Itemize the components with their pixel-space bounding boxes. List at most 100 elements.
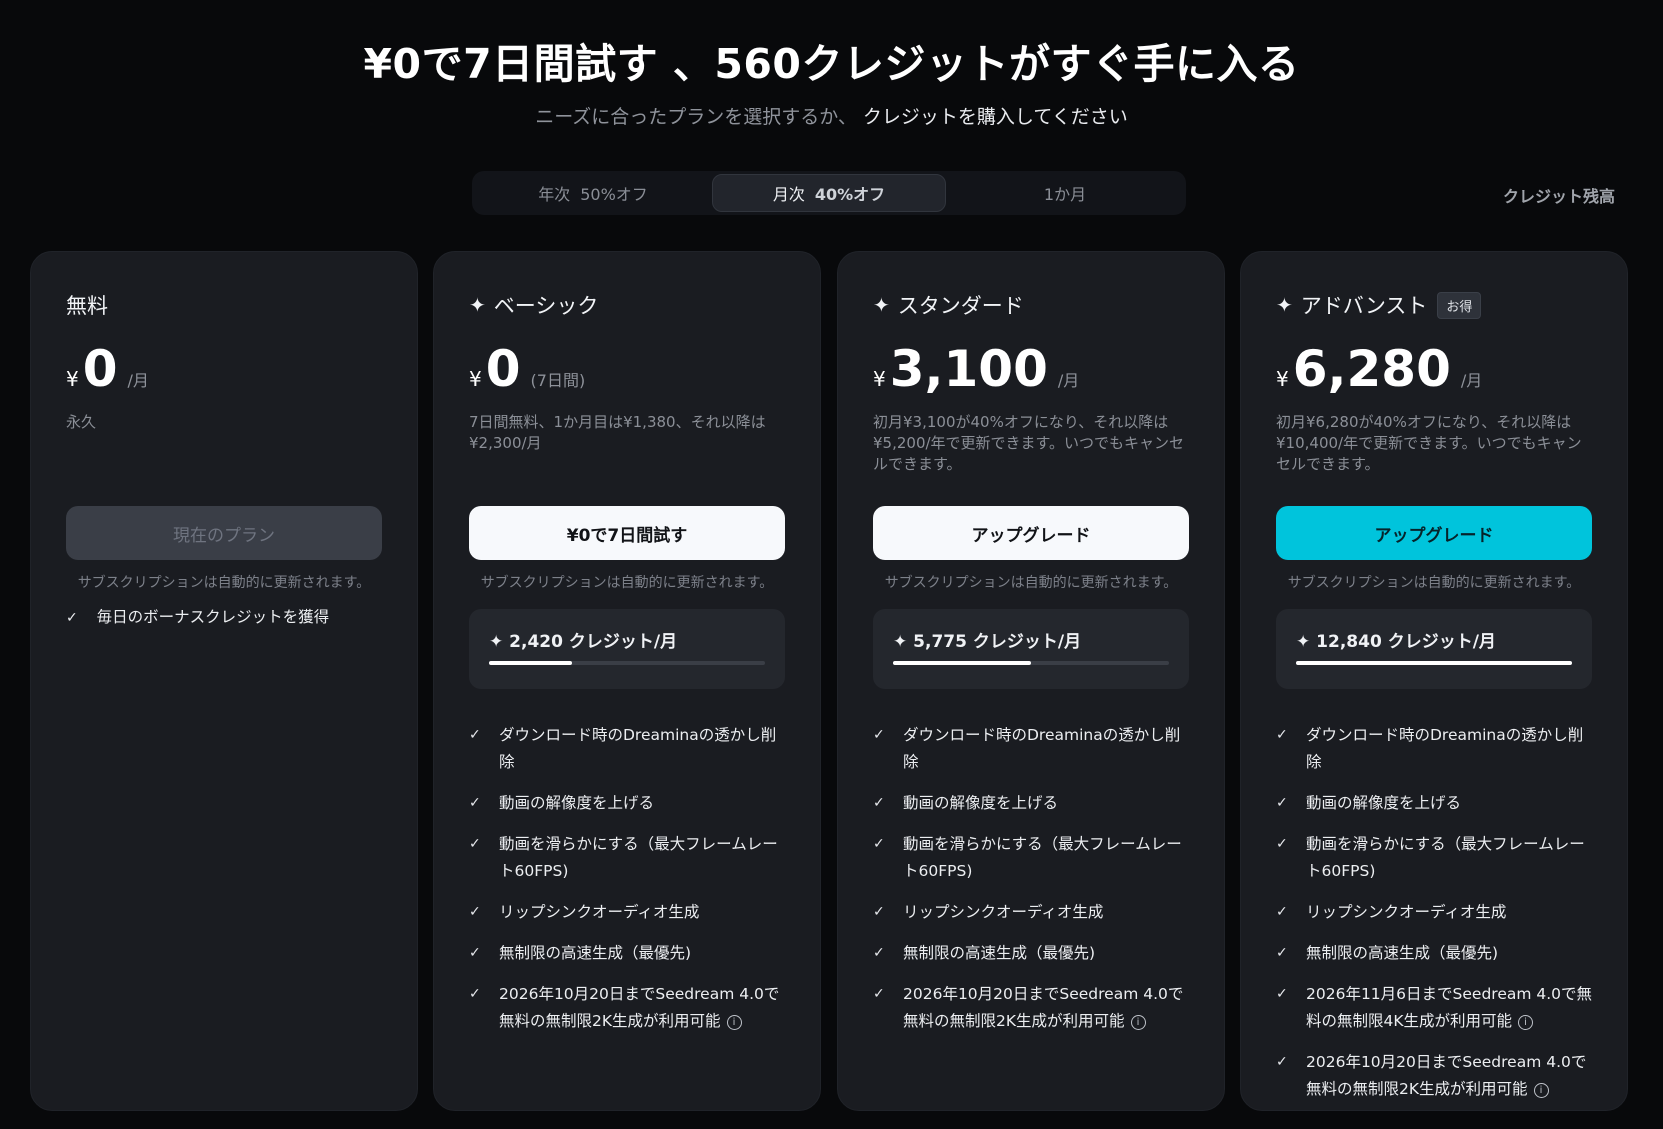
feature-list: ✓ ダウンロード時のDreaminaの透かし削除 ✓ 動画の解像度を上げる ✓ 動画を…	[469, 722, 789, 1049]
price-period: /月	[1460, 371, 1483, 390]
buy-credits-link[interactable]: クレジットを購入してください	[863, 106, 1128, 128]
info-icon[interactable]: i	[1518, 1015, 1534, 1030]
renew-note: サブスクリプションは自動的に更新されます。	[480, 575, 774, 591]
plan-header: ✦ ベーシック	[469, 290, 598, 320]
feature-text: 動画の解像度を上げる	[1306, 794, 1462, 812]
upgrade-button[interactable]: アップグレード	[873, 506, 1189, 560]
tab-yearly[interactable]: 年次 50%オフ	[476, 174, 710, 212]
plan-header: ✦ アドバンスト お得	[1276, 290, 1482, 320]
price-amount: 0	[485, 340, 521, 398]
current-plan-button[interactable]: 現在のプラン	[66, 506, 382, 560]
credits-bar-fill	[1296, 661, 1572, 665]
info-icon[interactable]: i	[726, 1015, 742, 1030]
feature-item: ✓ 無制限の高速生成（最優先)	[873, 940, 1193, 967]
check-icon: ✓	[873, 795, 885, 811]
sparkle-icon: ✦	[1276, 293, 1293, 317]
price-currency: ¥	[873, 367, 886, 391]
check-icon: ✓	[1276, 986, 1288, 1002]
price-period: /月	[127, 371, 149, 390]
tab-label: 1か月	[1043, 185, 1087, 204]
feature-item: ✓ リップシンクオーディオ生成	[1276, 899, 1596, 926]
credits-amount: 2,420 クレジット/月	[509, 632, 678, 652]
renew-note: サブスクリプションは自動的に更新されます。	[77, 575, 371, 591]
feature-item: ✓ 毎日のボーナスクレジットを獲得	[66, 605, 329, 627]
check-icon: ✓	[873, 727, 885, 743]
price-period: (7日間)	[530, 371, 586, 390]
feature-text: 無制限の高速生成（最優先)	[499, 944, 692, 962]
credits-label: ✦ 2,420 クレジット/月	[489, 627, 677, 652]
feature-text: 動画を滑らかにする（最大フレームレート60FPS)	[499, 835, 778, 880]
upgrade-button[interactable]: アップグレード	[1276, 506, 1592, 560]
plan-description: 初月¥6,280が40%オフになり、それ以降は¥10,400/年で更新できます。…	[1276, 413, 1582, 473]
feature-text: 毎日のボーナスクレジットを獲得	[96, 608, 330, 626]
credits-box: ✦ 5,775 クレジット/月	[873, 609, 1189, 689]
check-icon: ✓	[873, 836, 885, 852]
price-amount: 3,100	[889, 340, 1048, 398]
price-amount: 6,280	[1292, 340, 1451, 398]
start-trial-button[interactable]: ¥0で7日間試す	[469, 506, 785, 560]
price-amount: 0	[82, 340, 118, 398]
feature-item: ✓ 2026年11月6日までSeedream 4.0で無料の無制限4K生成が利用可…	[1276, 981, 1596, 1035]
plan-name: 無料	[66, 294, 108, 318]
check-icon: ✓	[1276, 836, 1288, 852]
plan-name: ベーシック	[493, 294, 599, 318]
credits-label: ✦ 12,840 クレジット/月	[1296, 627, 1496, 652]
check-icon: ✓	[469, 727, 481, 743]
plan-card-advanced: ✦ アドバンスト お得 ¥ 6,280 /月 初月¥6,280が40%オフになり…	[1240, 251, 1628, 1111]
feature-item: ✓ ダウンロード時のDreaminaの透かし削除	[469, 722, 789, 776]
sparkle-icon: ✦	[1296, 632, 1317, 652]
feature-text: リップシンクオーディオ生成	[903, 903, 1104, 921]
plan-name: スタンダード	[897, 294, 1024, 318]
feature-text: 動画を滑らかにする（最大フレームレート60FPS)	[903, 835, 1182, 880]
feature-text: 動画の解像度を上げる	[903, 794, 1059, 812]
feature-item: ✓ 2026年10月20日までSeedream 4.0で無料の無制限2K生成が利用…	[1276, 1049, 1596, 1103]
feature-item: ✓ リップシンクオーディオ生成	[873, 899, 1193, 926]
feature-item: ✓ 動画を滑らかにする（最大フレームレート60FPS)	[469, 831, 789, 885]
plan-header: 無料	[66, 290, 108, 320]
feature-text: ダウンロード時のDreaminaの透かし削除	[499, 726, 777, 771]
sparkle-icon: ✦	[873, 293, 890, 317]
sparkle-icon: ✦	[489, 632, 510, 652]
check-icon: ✓	[1276, 727, 1288, 743]
credits-bar-fill	[893, 661, 1031, 665]
feature-item: ✓ 2026年10月20日までSeedream 4.0で無料の無制限2K生成が利用…	[469, 981, 789, 1035]
feature-text: ダウンロード時のDreaminaの透かし削除	[903, 726, 1181, 771]
feature-item: ✓ 無制限の高速生成（最優先)	[469, 940, 789, 967]
credits-bar	[1296, 661, 1572, 665]
credits-bar	[489, 661, 765, 665]
credits-amount: 5,775 クレジット/月	[913, 632, 1082, 652]
plan-card-basic: ✦ ベーシック ¥ 0 (7日間) 7日間無料、1か月目は¥1,380、それ以降…	[433, 251, 821, 1111]
feature-item: ✓ 動画を滑らかにする（最大フレームレート60FPS)	[1276, 831, 1596, 885]
feature-list: ✓ ダウンロード時のDreaminaの透かし削除 ✓ 動画の解像度を上げる ✓ 動画を…	[1276, 722, 1596, 1117]
plan-header: ✦ スタンダード	[873, 290, 1024, 320]
info-icon[interactable]: i	[1533, 1083, 1549, 1098]
tab-monthly[interactable]: 月次 40%オフ	[712, 174, 946, 212]
check-icon: ✓	[873, 904, 885, 920]
plan-price: ¥ 3,100 /月	[873, 344, 1079, 394]
feature-text: リップシンクオーディオ生成	[1306, 903, 1507, 921]
deal-badge: お得	[1437, 291, 1482, 319]
feature-item: ✓ 動画の解像度を上げる	[873, 790, 1193, 817]
credit-balance-link[interactable]: クレジット残高	[1503, 183, 1615, 207]
check-icon: ✓	[1276, 795, 1288, 811]
feature-item: ✓ 動画の解像度を上げる	[1276, 790, 1596, 817]
info-icon[interactable]: i	[1130, 1015, 1146, 1030]
check-icon: ✓	[469, 986, 481, 1002]
check-icon: ✓	[1276, 904, 1288, 920]
credits-amount: 12,840 クレジット/月	[1316, 632, 1496, 652]
check-icon: ✓	[469, 945, 481, 961]
tab-one-month[interactable]: 1か月	[948, 174, 1182, 212]
price-currency: ¥	[1276, 367, 1289, 391]
feature-item: ✓ リップシンクオーディオ生成	[469, 899, 789, 926]
plan-card-free: 無料 ¥ 0 /月 永久 現在のプラン サブスクリプションは自動的に更新されます…	[30, 251, 418, 1111]
plan-name: アドバンスト	[1300, 294, 1428, 318]
plan-description: 初月¥3,100が40%オフになり、それ以降は¥5,200/年で更新できます。い…	[873, 413, 1185, 473]
feature-text: 2026年11月6日までSeedream 4.0で無料の無制限4K生成が利用可能	[1306, 985, 1593, 1030]
check-icon: ✓	[1276, 1054, 1288, 1070]
feature-item: ✓ 2026年10月20日までSeedream 4.0で無料の無制限2K生成が利用…	[873, 981, 1193, 1035]
feature-item: ✓ 動画の解像度を上げる	[469, 790, 789, 817]
sparkle-icon: ✦	[469, 293, 486, 317]
feature-text: 無制限の高速生成（最優先)	[1306, 944, 1499, 962]
tab-label: 月次	[772, 185, 805, 204]
billing-period-tabs: 年次 50%オフ 月次 40%オフ 1か月	[472, 171, 1186, 215]
